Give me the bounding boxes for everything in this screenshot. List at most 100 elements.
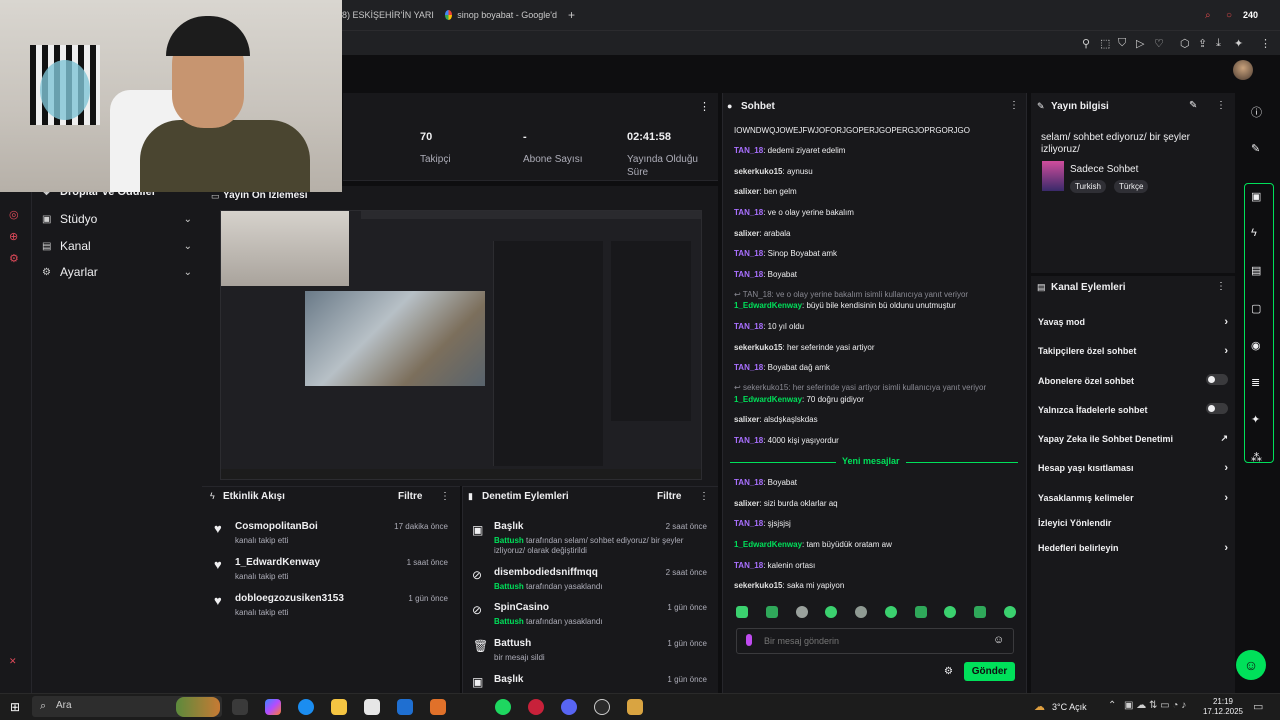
menu-icon[interactable]: ⋮	[1260, 37, 1271, 50]
emoji-icon[interactable]: ☺	[993, 634, 1004, 646]
share-icon[interactable]: ⇪	[1198, 37, 1207, 50]
action-goals[interactable]: Hedefleri belirleyin ›	[1038, 542, 1228, 554]
notification-icon[interactable]: ○	[1226, 5, 1232, 25]
audit-actor[interactable]: Battush	[494, 536, 524, 545]
opera-icon[interactable]	[528, 699, 544, 715]
filter-button[interactable]: Filtre	[657, 491, 681, 502]
folder-icon[interactable]	[331, 699, 347, 715]
emote-icon[interactable]	[825, 606, 838, 618]
notification-icon[interactable]: ▭	[1253, 700, 1263, 713]
chat-username[interactable]: 1_EdwardKenway	[734, 540, 802, 549]
assistant-icon[interactable]: ☺	[1236, 650, 1266, 680]
emote-icon[interactable]	[765, 606, 778, 618]
toggle-switch[interactable]	[1206, 374, 1228, 385]
pin-icon[interactable]: ⚲	[1082, 37, 1090, 50]
gear-icon[interactable]: ⚙	[944, 666, 953, 677]
chat-username[interactable]: TAN_18	[734, 478, 763, 487]
app-icon[interactable]	[430, 699, 446, 715]
chat-username[interactable]: TAN_18	[734, 249, 763, 258]
chat-username[interactable]: TAN_18	[734, 561, 763, 570]
sidebar-item-settings[interactable]: ⚙ Ayarlar ⌄	[42, 261, 192, 283]
tray-chevron-icon[interactable]: ⌃	[1108, 700, 1116, 711]
tag-chip[interactable]: Türkçe	[1114, 180, 1149, 193]
event-user[interactable]: dobloegzozusiken3153	[235, 593, 344, 604]
chat-username[interactable]: salixer	[734, 229, 759, 238]
action-ai-moderation[interactable]: Yapay Zeka ile Sohbet Denetimi ↗	[1038, 433, 1228, 444]
chat-username[interactable]: TAN_18	[734, 146, 763, 155]
settings-icon[interactable]: ◎	[9, 208, 19, 221]
camera-icon[interactable]: ▣	[1251, 190, 1261, 203]
extension-icon[interactable]: ⬡	[1180, 37, 1190, 50]
chat-username[interactable]: TAN_18	[734, 322, 763, 331]
mail-icon[interactable]	[397, 699, 413, 715]
download-icon[interactable]: ⤓	[1216, 37, 1221, 50]
audit-actor[interactable]: Battush	[494, 582, 524, 591]
document-icon[interactable]: ▤	[1251, 264, 1261, 277]
chat-username[interactable]: salixer	[734, 415, 759, 424]
sidebar-item-channel[interactable]: ▤ Kanal ⌄	[42, 235, 192, 257]
chat-username[interactable]: salixer	[734, 499, 759, 508]
copilot-icon[interactable]	[265, 699, 281, 715]
more-icon[interactable]: ⋮	[1216, 100, 1226, 111]
avatar[interactable]	[1233, 60, 1253, 80]
chat-username[interactable]: sekerkuko15	[734, 167, 782, 176]
discord-icon[interactable]	[561, 699, 577, 715]
audit-event-title[interactable]: SpinCasino	[494, 602, 549, 613]
chat-bubble-icon[interactable]: ▢	[1251, 302, 1261, 315]
more-icon[interactable]: ⋮	[699, 491, 709, 502]
emote-icon[interactable]	[1003, 606, 1016, 618]
clock[interactable]: 21:19 17.12.2025	[1200, 697, 1246, 717]
store-icon[interactable]	[364, 699, 380, 715]
chat-username[interactable]: sekerkuko15	[734, 343, 782, 352]
emote-icon[interactable]	[736, 606, 748, 618]
wrench-icon[interactable]: ✦	[1251, 413, 1260, 426]
play-icon[interactable]: ▷	[1136, 37, 1144, 50]
action-account-age[interactable]: Hesap yaşı kısıtlaması ›	[1038, 462, 1228, 474]
audit-event-title[interactable]: Battush	[494, 638, 531, 649]
share-icon[interactable]: ⁂	[1251, 451, 1262, 464]
action-raid[interactable]: İzleyici Yönlendir	[1038, 518, 1228, 528]
emote-icon[interactable]	[884, 606, 897, 618]
more-icon[interactable]: ⋮	[1216, 281, 1226, 292]
edge-icon[interactable]	[298, 699, 314, 715]
more-icon[interactable]: ⋮	[440, 491, 450, 502]
chat-input[interactable]	[764, 632, 984, 650]
sidebar-item-studio[interactable]: ▣ Stüdyo ⌄	[42, 208, 192, 230]
search-icon[interactable]: ⌕	[1205, 5, 1211, 25]
ai-icon[interactable]: ✦	[1234, 37, 1243, 50]
crop-icon[interactable]: ⬚	[1100, 37, 1110, 50]
chat-username[interactable]: TAN_18	[734, 363, 763, 372]
more-icon[interactable]: ⋮	[699, 100, 710, 113]
event-user[interactable]: 1_EdwardKenway	[235, 557, 320, 568]
emote-icon[interactable]	[795, 606, 808, 618]
filter-button[interactable]: Filtre	[398, 491, 422, 502]
browser-tab[interactable]: sinop boyabat - Google'd	[445, 5, 557, 25]
category-name[interactable]: Sadece Sohbet	[1070, 164, 1138, 175]
tray-icons[interactable]: ▣ ☁ ⇅ ▭ ◔ ♪	[1124, 700, 1186, 711]
spotify-icon[interactable]	[495, 699, 511, 715]
chat-username[interactable]: TAN_18	[734, 208, 763, 217]
obs-icon[interactable]	[594, 699, 610, 715]
more-icon[interactable]: ⋮	[1009, 100, 1019, 111]
chat-username[interactable]: TAN_18	[734, 270, 763, 279]
broadcast-icon[interactable]: ◉	[1251, 339, 1261, 352]
browser-tab[interactable]: 8) ESKİŞEHİR'İN YARISI	[342, 5, 434, 25]
action-followers-only[interactable]: Takipçilere özel sohbet ›	[1038, 345, 1228, 357]
reply-context[interactable]: ↩ sekerkuko15: her seferinde yasi artiyo…	[734, 383, 1019, 392]
reply-context[interactable]: ↩ TAN_18: ve o olay yerine bakalım isiml…	[734, 290, 1019, 299]
gear-icon[interactable]: ⚙	[9, 252, 19, 265]
chat-username[interactable]: sekerkuko15	[734, 581, 782, 590]
bolt-icon[interactable]: ϟ	[1251, 227, 1257, 239]
category-thumbnail[interactable]	[1042, 161, 1064, 191]
toggle-switch[interactable]	[1206, 403, 1228, 414]
chat-username[interactable]: TAN_18	[734, 436, 763, 445]
windows-start-icon[interactable]: ⊞	[10, 700, 20, 714]
emote-icon[interactable]	[914, 606, 927, 618]
send-button[interactable]: Gönder	[964, 662, 1015, 681]
collapse-icon[interactable]: ✕	[9, 656, 17, 667]
pencil-icon[interactable]: ✎	[1189, 100, 1197, 111]
info-icon[interactable]: ⓘ	[1251, 104, 1262, 120]
app-icon[interactable]	[627, 699, 643, 715]
new-tab-button[interactable]: +	[568, 5, 575, 25]
heart-icon[interactable]: ♡	[1154, 37, 1164, 50]
